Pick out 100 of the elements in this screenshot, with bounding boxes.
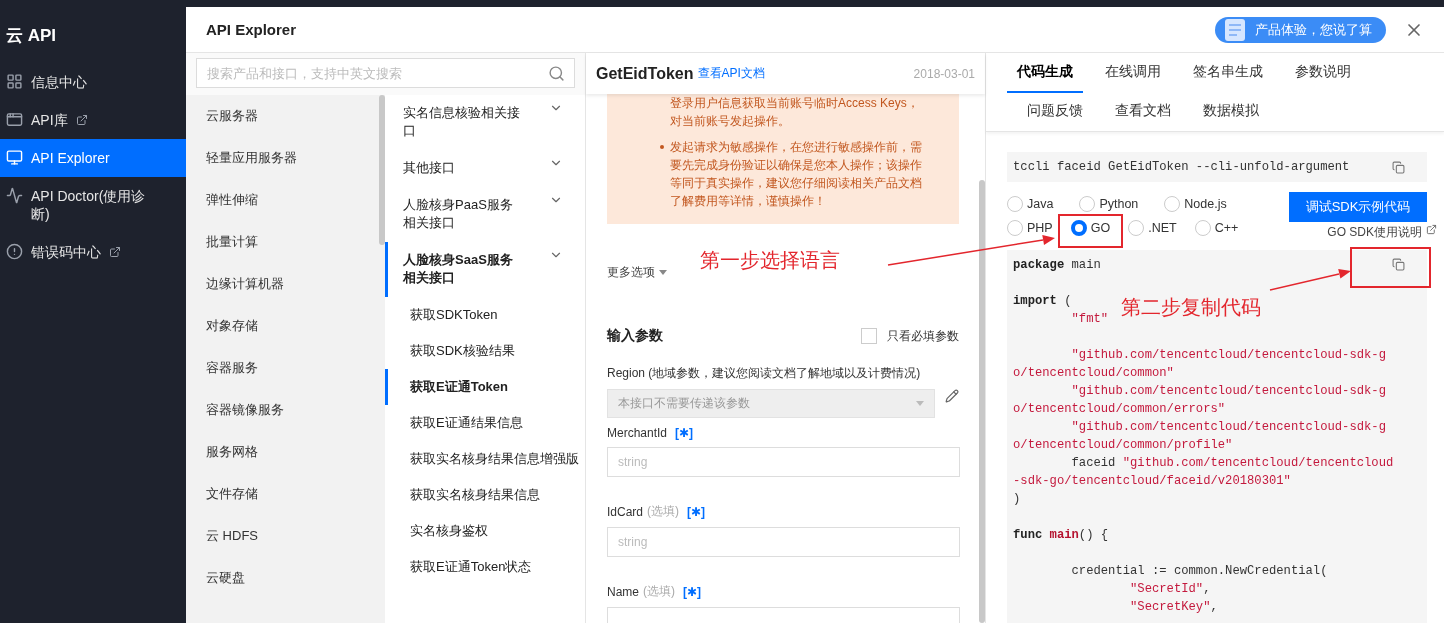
sidebar-item[interactable]: 信息中心	[0, 63, 186, 101]
api-group-item[interactable]: 实名信息核验相关接口	[385, 95, 585, 150]
product-item[interactable]: 文件存储	[186, 473, 379, 515]
grid-icon	[6, 73, 23, 90]
banner-text: 产品体验，您说了算	[1255, 20, 1372, 39]
product-item[interactable]: 弹性伸缩	[186, 179, 379, 221]
radio-button[interactable]	[1164, 196, 1181, 212]
api-item[interactable]: 获取实名核身结果信息增强版	[385, 441, 585, 477]
product-item[interactable]: 云服务器	[186, 95, 379, 137]
pencil-icon	[945, 389, 959, 403]
app-title: 云 API	[5, 24, 58, 47]
sidebar-item-label: API Doctor(使用诊断)	[31, 187, 147, 223]
api-group-label: 人脸核身SaaS服务相关接口	[403, 251, 514, 287]
code-line: o/tencentcloud/common"	[1013, 365, 1174, 382]
api-item[interactable]: 获取SDK核验结果	[385, 333, 585, 369]
code-line: "github.com/tencentcloud/tencentcloud-sdk-g	[1071, 383, 1386, 400]
radio-button[interactable]	[1128, 220, 1145, 236]
product-item[interactable]: 批量计算	[186, 221, 379, 263]
code-line: func main() {	[1013, 527, 1109, 544]
code-line: "github.com/tencentcloud/tencentcloud-sdk-g	[1071, 347, 1386, 364]
pulse-icon	[6, 187, 23, 204]
input-field[interactable]: string	[607, 527, 960, 557]
scrollbar-thumb[interactable]	[379, 95, 385, 245]
checkbox-label: 只看必填参数	[887, 327, 959, 345]
field-label: IdCard	[607, 504, 644, 519]
api-group-item[interactable]: 其他接口	[385, 150, 585, 187]
api-item[interactable]: 获取E证通Token状态	[385, 549, 585, 585]
radio-label: C++	[1214, 221, 1239, 235]
radio-button[interactable]	[1194, 220, 1211, 236]
api-group-label: 实名信息核验相关接口	[403, 104, 521, 140]
sidebar-item-label: API库	[31, 111, 68, 129]
api-item[interactable]: 实名核身鉴权	[385, 513, 585, 549]
product-item[interactable]: 边缘计算机器	[186, 263, 379, 305]
api-item[interactable]: 获取实名核身结果信息	[385, 477, 585, 513]
input-field[interactable]: string	[607, 447, 960, 477]
product-item[interactable]: 对象存储	[186, 305, 379, 347]
sidebar-item[interactable]: 错误码中心	[0, 233, 186, 271]
search-icon[interactable]	[548, 65, 565, 82]
code-line: faceid "github.com/tencentcloud/tencentcloud	[1071, 455, 1394, 472]
warning-text: 登录用户信息获取当前账号临时Access Keys，对当前账号发起操作。	[669, 95, 920, 130]
tab[interactable]: 代码生成	[1007, 53, 1083, 93]
product-item[interactable]: 轻量应用服务器	[186, 137, 379, 179]
product-item[interactable]: 云 HDFS	[186, 515, 379, 557]
tab[interactable]: 数据模拟	[1193, 93, 1269, 131]
required-mark: [✱]	[675, 426, 694, 440]
sdk-doc-link[interactable]: GO SDK使用说明	[1327, 224, 1422, 241]
tab[interactable]: 参数说明	[1285, 53, 1361, 93]
tab[interactable]: 在线调用	[1095, 53, 1171, 93]
field-label: Region (地域参数，建议您阅读文档了解地域以及计费情况)	[607, 365, 922, 382]
warning-text: 发起请求为敏感操作，在您进行敏感操作前，需要先完成身份验证以确保是您本人操作；该操作等同于真实操作，建议您仔细阅读相关产品文档了解费用等详情，谨慎操作！	[662, 138, 925, 210]
code-line: "SecretId",	[1130, 581, 1211, 598]
highlight-frame	[1058, 214, 1123, 248]
code-line: credential := common.NewCredential(	[1071, 563, 1328, 580]
code-line: o/tencentcloud/common/errors"	[1013, 401, 1226, 418]
section-title: 输入参数	[607, 327, 663, 345]
code-line: -sdk-go/tencentcloud/faceid/v20180301"	[1013, 473, 1291, 490]
radio-button[interactable]	[1079, 196, 1096, 212]
radio-button[interactable]	[1007, 196, 1023, 212]
checkbox[interactable]	[861, 328, 877, 344]
api-item[interactable]: 获取E证通Token	[385, 369, 585, 405]
copy-button[interactable]	[1392, 258, 1405, 271]
code-line: "SecretKey",	[1130, 599, 1218, 616]
api-group-label: 其他接口	[403, 159, 456, 177]
sidebar-item[interactable]: API库	[0, 101, 186, 139]
product-item[interactable]: 容器服务	[186, 347, 379, 389]
search-field[interactable]: 搜索产品和接口，支持中英文搜索	[196, 58, 575, 88]
api-group-item[interactable]: 人脸核身PaaS服务相关接口	[385, 187, 585, 242]
tab[interactable]: 签名串生成	[1183, 53, 1273, 93]
radio-label: .NET	[1148, 221, 1177, 235]
sidebar-item[interactable]: API Doctor(使用诊断)	[0, 177, 186, 233]
api-item[interactable]: 获取SDKToken	[385, 297, 585, 333]
copy-button[interactable]	[1392, 160, 1405, 174]
radio-label: Node.js	[1184, 197, 1227, 211]
debug-sdk-button[interactable]: 调试SDK示例代码	[1289, 192, 1427, 222]
api-doc-link[interactable]: 查看API文档	[697, 65, 914, 82]
annotation-text: 第一步选择语言	[700, 248, 840, 273]
document-icon	[1225, 18, 1245, 41]
code-line: "fmt"	[1071, 311, 1109, 328]
product-item[interactable]: 服务网格	[186, 431, 379, 473]
radio-button[interactable]	[1007, 220, 1023, 236]
radio-label: PHP	[1027, 221, 1053, 235]
radio-label: GO	[1090, 221, 1111, 235]
radio-button[interactable]	[1070, 220, 1087, 236]
required-mark: [✱]	[683, 584, 702, 599]
product-item[interactable]: 容器镜像服务	[186, 389, 379, 431]
product-item[interactable]: 云硬盘	[186, 557, 379, 599]
sidebar-item-label: API Explorer	[31, 149, 110, 167]
scrollbar-thumb[interactable]	[979, 180, 985, 623]
sidebar-item-label: 信息中心	[31, 73, 87, 91]
more-options-toggle[interactable]: 更多选项	[607, 264, 667, 281]
tab[interactable]: 问题反馈	[1017, 93, 1093, 131]
tab[interactable]: 查看文档	[1105, 93, 1181, 131]
external-link-icon	[1426, 224, 1437, 235]
code-line: package main	[1013, 257, 1101, 274]
alert-circle-icon	[6, 243, 23, 260]
code-line: "github.com/tencentcloud/tencentcloud-sdk-g	[1071, 419, 1386, 436]
api-item[interactable]: 获取E证通结果信息	[385, 405, 585, 441]
sidebar-item[interactable]: API Explorer	[0, 139, 186, 177]
radio-label: Python	[1099, 197, 1139, 211]
api-group-item[interactable]: 人脸核身SaaS服务相关接口	[385, 242, 585, 297]
